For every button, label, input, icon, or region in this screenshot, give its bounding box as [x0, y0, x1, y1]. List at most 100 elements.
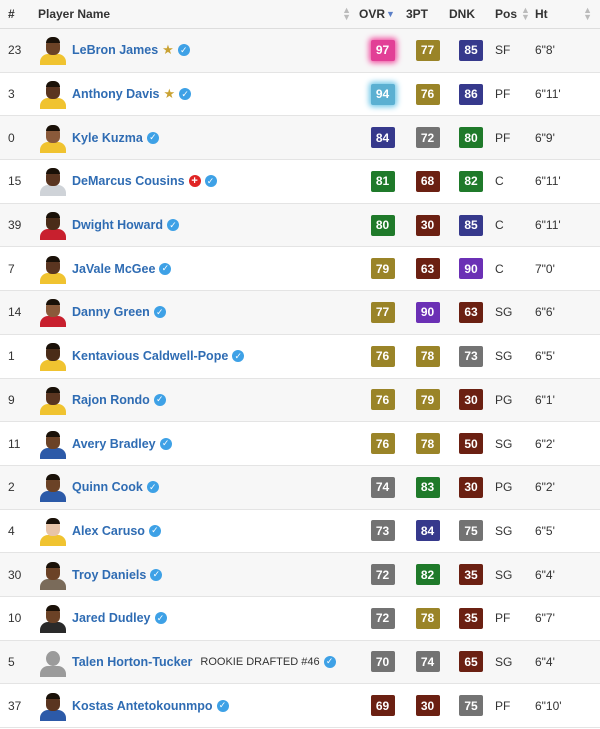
header-player-name-label: Player Name — [38, 7, 111, 21]
dnk-cell: 80 — [449, 127, 493, 149]
header-player-name[interactable]: Player Name ▲ ▼ — [38, 6, 359, 22]
ovr-rating-badge: 80 — [370, 214, 395, 236]
table-row[interactable]: 15 DeMarcus Cousins + ✓ 81 68 82 C 6"11' — [0, 160, 600, 204]
three-pt-rating-badge: 74 — [415, 651, 440, 673]
player-name-link[interactable]: Kostas Antetokounmpo — [72, 699, 213, 713]
player-name-link[interactable]: Anthony Davis — [72, 87, 160, 101]
player-cell: Dwight Howard ✓ — [38, 210, 359, 241]
header-dnk[interactable]: DNK — [449, 7, 493, 21]
verified-check-icon: ✓ — [146, 481, 159, 494]
jersey-number: 1 — [8, 349, 15, 364]
height-cell: 6"6' — [535, 305, 555, 320]
player-cell: Kentavious Caldwell-Pope ✓ — [38, 341, 359, 372]
jersey-number: 5 — [8, 654, 15, 669]
header-pos[interactable]: Pos ▲ ▼ — [493, 6, 535, 22]
table-row[interactable]: 11 Avery Bradley ✓ 76 78 50 SG 6"2' — [0, 422, 600, 466]
table-row[interactable]: 0 Kyle Kuzma ✓ 84 72 80 PF 6"9' — [0, 116, 600, 161]
dnk-cell: 90 — [449, 258, 493, 280]
ovr-rating-badge: 97 — [370, 39, 395, 61]
header-ovr[interactable]: OVR ▼ — [359, 7, 406, 21]
position-cell: C — [495, 218, 504, 233]
three-pt-rating-badge: 84 — [415, 520, 440, 542]
position-cell: SG — [495, 523, 513, 538]
ovr-rating-badge: 76 — [370, 345, 395, 367]
player-headshot-icon — [38, 691, 68, 721]
jersey-number: 2 — [8, 480, 15, 495]
header-ht[interactable]: Ht ▲ ▼ — [535, 6, 600, 22]
player-name-link[interactable]: JaVale McGee — [72, 262, 155, 276]
player-name-link[interactable]: DeMarcus Cousins — [72, 174, 185, 188]
height-cell: 6"4' — [535, 654, 555, 669]
player-cell: DeMarcus Cousins + ✓ — [38, 166, 359, 197]
player-name-link[interactable]: LeBron James — [72, 43, 158, 57]
sort-descending-icon[interactable]: ▼ — [386, 9, 395, 19]
table-row[interactable]: 5 Talen Horton-Tucker ROOKIE DRAFTED #46… — [0, 640, 600, 685]
three-pt-rating-badge: 30 — [415, 695, 440, 717]
three-pt-rating-badge: 77 — [415, 39, 440, 61]
player-headshot-icon — [38, 385, 68, 415]
jersey-number: 7 — [8, 261, 15, 276]
table-row[interactable]: 2 Quinn Cook ✓ 74 83 30 PG 6"2' — [0, 465, 600, 510]
position-cell: SG — [495, 305, 513, 320]
three-pt-cell: 76 — [406, 83, 449, 105]
three-pt-rating-badge: 82 — [415, 564, 440, 586]
player-name-link[interactable]: Danny Green — [72, 305, 150, 319]
three-pt-rating-badge: 30 — [415, 214, 440, 236]
dnk-rating-badge: 85 — [459, 39, 483, 61]
table-row[interactable]: 4 Alex Caruso ✓ 73 84 75 SG 6"5' — [0, 509, 600, 554]
ovr-cell: 72 — [359, 607, 406, 629]
header-3pt[interactable]: 3PT — [406, 7, 449, 21]
sort-arrows-icon[interactable]: ▲ ▼ — [521, 6, 530, 22]
player-name-link[interactable]: Alex Caruso — [72, 524, 145, 538]
dnk-rating-badge: 73 — [459, 345, 483, 367]
jersey-number: 11 — [8, 436, 21, 451]
player-name-link[interactable]: Jared Dudley — [72, 611, 151, 625]
player-name-link[interactable]: Kentavious Caldwell-Pope — [72, 349, 228, 363]
height-cell: 6"1' — [535, 392, 555, 407]
position-cell: C — [495, 174, 504, 189]
table-row[interactable]: 9 Rajon Rondo ✓ 76 79 30 PG 6"1' — [0, 378, 600, 423]
table-row[interactable]: 7 JaVale McGee ✓ 79 63 90 C 7"0' — [0, 247, 600, 292]
table-row[interactable]: 14 Danny Green ✓ 77 90 63 SG 6"6' — [0, 291, 600, 335]
three-pt-cell: 84 — [406, 520, 449, 542]
ovr-rating-badge: 70 — [370, 651, 395, 673]
table-row[interactable]: 1 Kentavious Caldwell-Pope ✓ 76 78 73 SG… — [0, 334, 600, 379]
position-cell: SG — [495, 349, 513, 364]
player-name-link[interactable]: Rajon Rondo — [72, 393, 150, 407]
header-number[interactable]: # — [0, 7, 38, 21]
ovr-rating-badge: 74 — [370, 476, 395, 498]
table-row[interactable]: 10 Jared Dudley ✓ 72 78 35 PF 6"7' — [0, 596, 600, 641]
player-headshot-icon — [38, 166, 68, 197]
dnk-rating-badge: 35 — [459, 607, 483, 629]
player-name-link[interactable]: Dwight Howard — [72, 218, 163, 232]
player-headshot-icon — [38, 35, 68, 66]
dnk-cell: 73 — [449, 345, 493, 367]
table-row[interactable]: 39 Dwight Howard ✓ 80 30 85 C 6"11' — [0, 203, 600, 248]
player-cell: Jared Dudley ✓ — [38, 603, 359, 634]
table-row[interactable]: 23 LeBron James ★ ✓ 97 77 85 SF 6"8' — [0, 29, 600, 73]
player-name-link[interactable]: Troy Daniels — [72, 568, 146, 582]
table-row[interactable]: 3 Anthony Davis ★ ✓ 94 76 86 PF 6"11' — [0, 72, 600, 117]
dnk-cell: 85 — [449, 214, 493, 236]
player-name-link[interactable]: Quinn Cook — [72, 480, 143, 494]
three-pt-rating-badge: 63 — [415, 258, 440, 280]
player-name-link[interactable]: Kyle Kuzma — [72, 131, 143, 145]
ovr-rating-badge: 76 — [370, 433, 395, 455]
ovr-rating-badge: 77 — [370, 301, 395, 323]
player-name-link[interactable]: Talen Horton-Tucker — [72, 655, 192, 669]
jersey-number: 14 — [8, 305, 22, 320]
dnk-cell: 50 — [449, 433, 493, 455]
height-cell: 6"8' — [535, 43, 555, 58]
jersey-number: 23 — [8, 43, 22, 58]
sort-arrows-icon[interactable]: ▲ ▼ — [342, 6, 351, 22]
three-pt-rating-badge: 78 — [415, 607, 440, 629]
player-headshot-icon — [38, 123, 68, 153]
three-pt-cell: 90 — [406, 301, 449, 323]
table-row[interactable]: 37 Kostas Antetokounmpo ✓ 69 30 75 PF 6"… — [0, 684, 600, 728]
verified-check-icon: ✓ — [179, 88, 192, 101]
sort-arrows-icon[interactable]: ▲ ▼ — [583, 6, 592, 22]
player-cell: Alex Caruso ✓ — [38, 516, 359, 546]
player-name-link[interactable]: Avery Bradley — [72, 437, 156, 451]
table-row[interactable]: 30 Troy Daniels ✓ 72 82 35 SG 6"4' — [0, 553, 600, 597]
ovr-cell: 79 — [359, 258, 406, 280]
